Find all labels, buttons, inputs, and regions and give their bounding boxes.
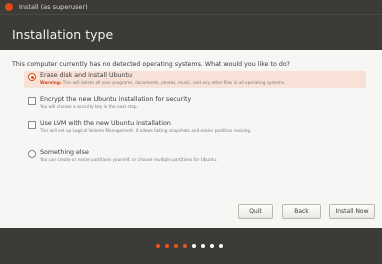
close-window-button[interactable] [5,3,13,11]
option-something-else-description: You can create or resize partitions your… [40,157,218,162]
progress-dot [201,244,205,248]
checkbox-lvm[interactable] [28,121,36,129]
option-lvm[interactable]: Use LVM with the new Ubuntu installation… [24,119,366,135]
page-title: Installation type [12,27,114,42]
option-erase-disk-label: Erase disk and install Ubuntu [40,72,133,79]
window-title: Install (as superuser) [19,3,88,11]
option-something-else[interactable]: Something else You can create or resize … [24,148,366,164]
option-lvm-description: This will set up Logical Volume Manageme… [40,128,252,133]
warning-label: Warning: [40,80,62,85]
page-header: Installation type [0,14,382,51]
option-lvm-label: Use LVM with the new Ubuntu installation [40,120,171,127]
progress-dot [219,244,223,248]
warning-text: This will delete all your programs, docu… [62,80,286,85]
progress-dot [192,244,196,248]
option-encrypt-label: Encrypt the new Ubuntu installation for … [40,96,192,103]
progress-dot [174,244,178,248]
progress-dot [183,244,187,248]
progress-footer [0,228,382,264]
option-encrypt-description: You will choose a security key in the ne… [40,104,138,109]
option-something-else-label: Something else [40,149,89,156]
option-erase-disk-description: Warning: This will delete all your progr… [40,80,285,85]
quit-button[interactable]: Quit [238,204,273,219]
install-now-button[interactable]: Install Now [329,204,375,219]
option-encrypt[interactable]: Encrypt the new Ubuntu installation for … [24,95,366,111]
progress-dot [165,244,169,248]
installer-window: Install (as superuser) Installation type… [0,0,382,264]
progress-dot [210,244,214,248]
back-button[interactable]: Back [282,204,321,219]
option-erase-disk[interactable]: Erase disk and install Ubuntu Warning: T… [24,71,366,88]
radio-erase-disk[interactable] [28,73,36,81]
question-text: This computer currently has no detected … [12,61,291,68]
progress-dot [156,244,160,248]
main-content: This computer currently has no detected … [0,50,382,228]
checkbox-encrypt[interactable] [28,97,36,105]
radio-something-else[interactable] [28,150,36,158]
title-bar: Install (as superuser) [0,0,382,14]
